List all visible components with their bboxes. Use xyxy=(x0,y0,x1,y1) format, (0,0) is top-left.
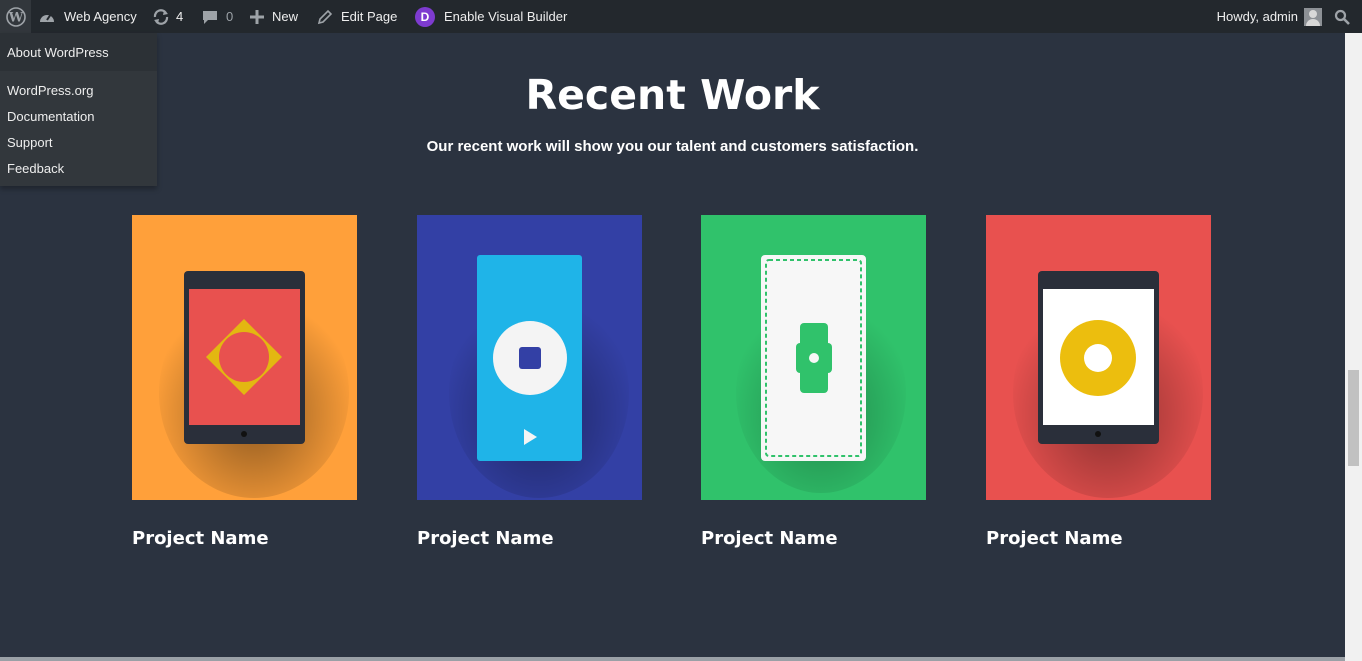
edit-page-link[interactable]: Edit Page xyxy=(317,0,397,33)
project-name-2[interactable]: Project Name xyxy=(417,528,554,549)
updates-link[interactable]: 4 xyxy=(152,0,183,33)
divi-logo-icon: D xyxy=(415,6,435,27)
project-card-3[interactable] xyxy=(701,215,926,500)
search-icon xyxy=(1334,9,1350,25)
site-name-link[interactable]: Web Agency xyxy=(38,0,137,33)
admin-bar: W Web Agency 4 0 New Edit Page D Enable … xyxy=(0,0,1362,33)
comments-link[interactable]: 0 xyxy=(202,0,233,33)
tablet-illustration-icon xyxy=(132,215,357,500)
edit-page-label: Edit Page xyxy=(341,9,398,24)
svg-text:W: W xyxy=(7,10,23,25)
project-card-1[interactable] xyxy=(132,215,357,500)
menu-item-wordpress-org[interactable]: WordPress.org xyxy=(0,77,157,103)
smartwatch-illustration-icon xyxy=(701,215,926,500)
new-content-link[interactable]: New xyxy=(250,0,298,33)
dashboard-gauge-icon xyxy=(40,12,54,22)
pencil-icon xyxy=(317,9,333,24)
plus-icon xyxy=(250,9,264,24)
site-name-label: Web Agency xyxy=(64,9,137,24)
updates-refresh-icon xyxy=(153,8,169,25)
section-subtitle: Our recent work will show you our talent… xyxy=(426,138,919,155)
project-card-4[interactable] xyxy=(986,215,1211,500)
phone-player-illustration-icon xyxy=(417,215,642,500)
section-title: Recent Work xyxy=(525,71,820,119)
menu-item-feedback[interactable]: Feedback xyxy=(0,155,157,181)
wordpress-logo-button[interactable]: W xyxy=(0,0,31,33)
project-name-1[interactable]: Project Name xyxy=(132,528,269,549)
vertical-scrollbar[interactable] xyxy=(1345,33,1362,661)
menu-item-documentation[interactable]: Documentation xyxy=(0,103,157,129)
avatar xyxy=(1304,7,1322,26)
project-name-4[interactable]: Project Name xyxy=(986,528,1123,549)
project-name-3[interactable]: Project Name xyxy=(701,528,838,549)
wordpress-logo-icon: W xyxy=(5,6,26,27)
search-button[interactable] xyxy=(1334,0,1350,33)
project-card-2[interactable] xyxy=(417,215,642,500)
tablet-donut-illustration-icon xyxy=(986,215,1211,500)
my-account-link[interactable]: Howdy, admin xyxy=(1217,0,1322,33)
menu-item-support[interactable]: Support xyxy=(0,129,157,155)
comment-bubble-icon xyxy=(203,10,217,24)
updates-count: 4 xyxy=(176,9,184,24)
comments-count: 0 xyxy=(226,9,234,24)
scrollbar-thumb[interactable] xyxy=(1348,370,1359,466)
howdy-label: Howdy, admin xyxy=(1216,9,1298,24)
visual-builder-label: Enable Visual Builder xyxy=(444,9,568,24)
enable-visual-builder-link[interactable]: D Enable Visual Builder xyxy=(415,0,567,33)
bottom-edge xyxy=(0,657,1345,661)
new-label: New xyxy=(272,9,299,24)
wordpress-dropdown-menu: About WordPress WordPress.org Documentat… xyxy=(0,33,157,186)
menu-item-about-wordpress[interactable]: About WordPress xyxy=(0,33,157,71)
